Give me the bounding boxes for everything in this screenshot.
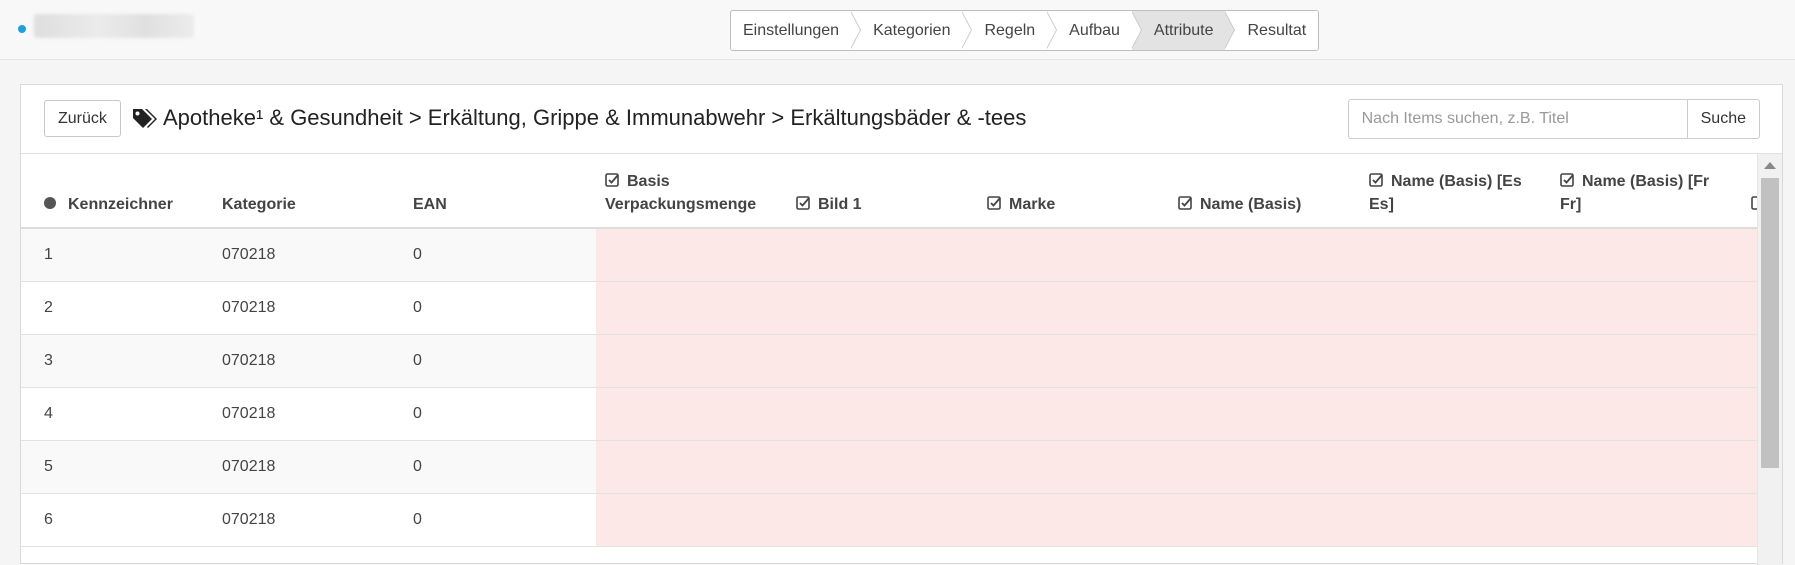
cell-ean: 0 xyxy=(413,511,422,528)
column-header-name-basis-fr[interactable]: Name (Basis) [Fr Fr] xyxy=(1560,170,1709,216)
checkbox-icon xyxy=(796,196,810,210)
column-header-kategorie[interactable]: Kategorie xyxy=(222,193,296,216)
column-header-marke[interactable]: Marke xyxy=(987,193,1055,216)
step-regeln[interactable]: Regeln xyxy=(962,11,1057,50)
missing-attributes-cells xyxy=(596,388,1759,440)
circle-icon xyxy=(44,197,56,209)
cell-kategorie: 070218 xyxy=(222,511,276,528)
cell-kennzeichner: 1 xyxy=(44,246,53,263)
cell-kategorie: 070218 xyxy=(222,458,276,475)
missing-attributes-cells xyxy=(596,335,1759,387)
cell-ean: 0 xyxy=(413,246,422,263)
back-button[interactable]: Zurück xyxy=(44,100,121,137)
column-header-name-basis[interactable]: Name (Basis) xyxy=(1178,193,1301,216)
step-resultat[interactable]: Resultat xyxy=(1225,11,1319,50)
checkbox-icon xyxy=(1560,173,1574,187)
missing-attributes-cells xyxy=(596,494,1759,546)
cell-ean: 0 xyxy=(413,405,422,422)
tags-icon xyxy=(133,109,157,128)
column-header-bild-1[interactable]: Bild 1 xyxy=(796,193,862,216)
category-path-title: Apotheke¹ & Gesundheit > Erkältung, Grip… xyxy=(163,105,1027,130)
cell-kennzeichner: 3 xyxy=(44,352,53,369)
wizard-stepper: Einstellungen Kategorien Regeln Aufbau A… xyxy=(730,10,1320,51)
attributes-panel: Zurück Apotheke¹ & Gesundheit > Erkältun… xyxy=(20,84,1783,565)
cell-kennzeichner: 4 xyxy=(44,405,53,422)
status-dot xyxy=(18,25,26,33)
missing-attributes-cells xyxy=(596,282,1759,334)
step-einstellungen[interactable]: Einstellungen xyxy=(731,11,862,50)
checkbox-icon xyxy=(1369,173,1383,187)
missing-attributes-cells xyxy=(596,229,1759,281)
item-search: Suche xyxy=(1347,99,1760,139)
table-header: Kennzeichner Kategorie EAN Basis Verpacku… xyxy=(21,154,1759,229)
top-bar: Einstellungen Kategorien Regeln Aufbau A… xyxy=(0,0,1795,60)
cell-ean: 0 xyxy=(413,458,422,475)
search-button[interactable]: Suche xyxy=(1686,99,1760,139)
category-breadcrumb: Apotheke¹ & Gesundheit > Erkältung, Grip… xyxy=(131,105,1026,131)
step-kategorien[interactable]: Kategorien xyxy=(851,11,973,50)
step-aufbau[interactable]: Aufbau xyxy=(1047,11,1142,50)
scroll-up-arrow-icon[interactable] xyxy=(1764,162,1776,169)
panel-header: Zurück Apotheke¹ & Gesundheit > Erkältun… xyxy=(21,85,1782,154)
cell-kennzeichner: 6 xyxy=(44,511,53,528)
cell-ean: 0 xyxy=(413,299,422,316)
column-header-name-basis-es[interactable]: Name (Basis) [Es Es] xyxy=(1369,170,1522,216)
cell-ean: 0 xyxy=(413,352,422,369)
cell-kategorie: 070218 xyxy=(222,246,276,263)
project-name-blurred xyxy=(34,14,194,38)
checkbox-icon xyxy=(605,173,619,187)
missing-attributes-cells xyxy=(596,441,1759,493)
column-header-basis-verpackungsmenge[interactable]: Basis Verpackungsmenge xyxy=(605,170,756,216)
table-row[interactable]: 6 070218 0 xyxy=(21,494,1759,547)
table-row[interactable]: 4 070218 0 xyxy=(21,388,1759,441)
search-input[interactable] xyxy=(1347,99,1687,139)
table-row[interactable]: 1 070218 0 xyxy=(21,229,1759,282)
checkbox-icon xyxy=(987,196,1001,210)
table-row[interactable]: 5 070218 0 xyxy=(21,441,1759,494)
cell-kennzeichner: 2 xyxy=(44,299,53,316)
cell-kategorie: 070218 xyxy=(222,299,276,316)
cell-kennzeichner: 5 xyxy=(44,458,53,475)
table-row[interactable]: 3 070218 0 xyxy=(21,335,1759,388)
scrollbar-thumb[interactable] xyxy=(1761,178,1779,468)
cell-kategorie: 070218 xyxy=(222,405,276,422)
column-header-kennzeichner[interactable]: Kennzeichner xyxy=(44,193,173,216)
cell-kategorie: 070218 xyxy=(222,352,276,369)
step-attribute[interactable]: Attribute xyxy=(1131,11,1236,50)
column-header-ean[interactable]: EAN xyxy=(413,193,447,216)
items-table: Kennzeichner Kategorie EAN Basis Verpacku… xyxy=(21,154,1759,565)
vertical-scrollbar[interactable] xyxy=(1757,154,1782,565)
table-row[interactable]: 2 070218 0 xyxy=(21,282,1759,335)
checkbox-icon xyxy=(1178,196,1192,210)
